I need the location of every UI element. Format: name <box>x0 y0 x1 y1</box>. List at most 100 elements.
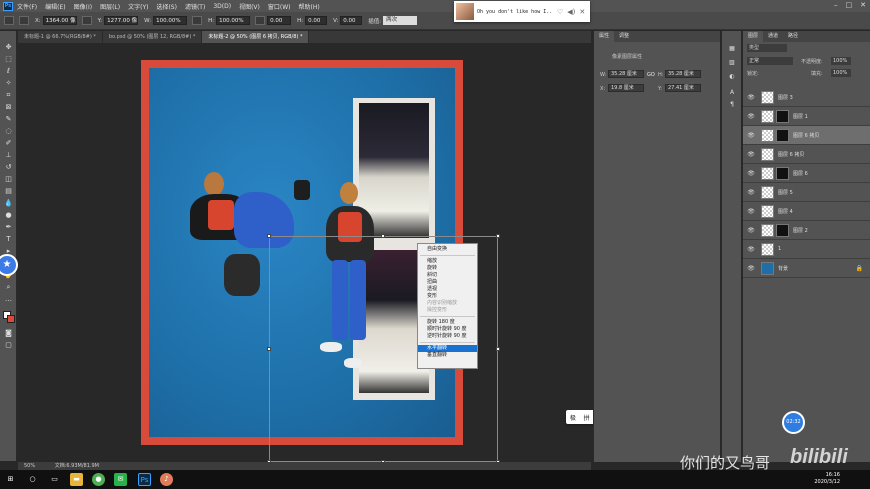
eye-icon[interactable]: 👁 <box>747 246 755 253</box>
context-menu-item[interactable]: 扭曲 <box>418 279 477 286</box>
chrome-icon[interactable]: ● <box>92 473 105 486</box>
screen-mode-icon[interactable]: ▢ <box>3 341 14 350</box>
file-explorer-icon[interactable]: ▬ <box>70 473 83 486</box>
context-menu-item[interactable]: 旋转 180 度 <box>418 319 477 326</box>
eye-icon[interactable]: 👁 <box>747 132 755 139</box>
character-icon[interactable]: A <box>727 89 737 98</box>
layer-row[interactable]: 👁 图层 5 <box>743 183 870 202</box>
ime-mode-button[interactable]: 极 <box>570 413 576 422</box>
layer-mask-thumbnail[interactable] <box>776 166 789 180</box>
context-menu-item[interactable]: 自由变换 <box>418 246 477 253</box>
stamp-tool-icon[interactable]: ⊥ <box>3 151 14 160</box>
maximize-icon[interactable]: □ <box>846 1 853 9</box>
transform-handle[interactable] <box>381 234 385 238</box>
context-menu-item[interactable]: 缩放 <box>418 258 477 265</box>
layer-row[interactable]: 👁 图层 6 拷贝 <box>743 145 870 164</box>
quick-mask-icon[interactable]: ◙ <box>3 329 14 338</box>
eye-icon[interactable]: 👁 <box>747 170 755 177</box>
close-icon[interactable]: ✕ <box>860 1 866 9</box>
gradient-tool-icon[interactable]: ▤ <box>3 187 14 196</box>
context-menu-item[interactable]: 旋转 <box>418 265 477 272</box>
heart-icon[interactable]: ♡ <box>557 8 563 16</box>
vskew-field[interactable]: 0.00 <box>340 16 363 25</box>
prop-width-field[interactable]: 35.28 厘米 <box>608 70 644 78</box>
prop-height-field[interactable]: 35.28 厘米 <box>665 70 701 78</box>
tab-document-1[interactable]: 未标题-1 @ 66.7%(RGB/8#) * <box>18 31 103 43</box>
tab-layers[interactable]: 图层 <box>743 31 764 42</box>
menu-edit[interactable]: 编辑(E) <box>45 2 65 11</box>
menu-image[interactable]: 图像(I) <box>74 2 92 11</box>
crop-tool-icon[interactable]: ⌗ <box>3 91 14 100</box>
tab-paths[interactable]: 路径 <box>783 31 803 42</box>
hskew-field[interactable]: 0.00 <box>305 16 328 25</box>
angle-field[interactable]: 0.00 <box>267 16 292 25</box>
context-menu-item[interactable]: 水平翻转 <box>418 345 477 352</box>
eye-icon[interactable]: 👁 <box>747 189 755 196</box>
close-icon[interactable]: ✕ <box>579 8 585 16</box>
layer-mask-thumbnail[interactable] <box>776 223 789 237</box>
system-clock[interactable]: 16:16 2020/3/12 <box>814 472 840 486</box>
brush-tool-icon[interactable]: ✐ <box>3 139 14 148</box>
delta-icon[interactable] <box>81 16 92 25</box>
eyedropper-tool-icon[interactable]: ✎ <box>3 115 14 124</box>
menu-3d[interactable]: 3D(D) <box>213 3 231 10</box>
blend-mode-select[interactable]: 正常 <box>747 57 793 65</box>
volume-icon[interactable]: ◀) <box>567 8 575 16</box>
context-menu-item[interactable]: 透视 <box>418 286 477 293</box>
layer-row[interactable]: 👁 1 <box>743 240 870 259</box>
eye-icon[interactable]: 👁 <box>747 265 755 272</box>
layer-row[interactable]: 👁 图层 6 <box>743 164 870 183</box>
x-field[interactable]: 1364.00 像 <box>42 16 77 25</box>
menu-select[interactable]: 选择(S) <box>156 2 177 11</box>
layer-mask-thumbnail[interactable] <box>776 109 789 123</box>
move-tool-icon[interactable]: ✥ <box>3 43 14 52</box>
menu-filter[interactable]: 滤镜(T) <box>185 2 205 11</box>
move-tool-icon[interactable] <box>4 16 14 25</box>
history-icon[interactable]: ▦ <box>727 45 737 54</box>
width-field[interactable]: 100.00% <box>153 16 188 25</box>
layer-row[interactable]: 👁 图层 3 <box>743 88 870 107</box>
context-menu-item[interactable]: 变形 <box>418 293 477 300</box>
search-icon[interactable]: ○ <box>26 473 39 486</box>
transform-handle[interactable] <box>496 234 500 238</box>
link-dimensions-button[interactable]: GO <box>647 72 655 78</box>
interpolation-select[interactable]: 两次 <box>383 16 418 25</box>
history-brush-icon[interactable]: ↺ <box>3 163 14 172</box>
context-menu-item[interactable]: 顺时针旋转 90 度 <box>418 326 477 333</box>
prop-y-field[interactable]: 27.41 厘米 <box>665 84 701 92</box>
context-menu-item[interactable]: 逆时针旋转 90 度 <box>418 333 477 340</box>
opacity-field[interactable]: 100% <box>831 57 851 65</box>
task-view-icon[interactable]: ▭ <box>48 473 61 486</box>
menu-view[interactable]: 视图(V) <box>239 2 260 11</box>
layer-row[interactable]: 👁 图层 4 <box>743 202 870 221</box>
eye-icon[interactable]: 👁 <box>747 227 755 234</box>
photoshop-taskbar-icon[interactable]: Ps <box>138 473 151 486</box>
reference-point-icon[interactable] <box>19 16 29 25</box>
magic-wand-tool-icon[interactable]: ✧ <box>3 79 14 88</box>
eye-icon[interactable]: 👁 <box>747 208 755 215</box>
layer-mask-thumbnail[interactable] <box>776 128 789 142</box>
eye-icon[interactable]: 👁 <box>747 113 755 120</box>
eye-icon[interactable]: 👁 <box>747 151 755 158</box>
menu-layer[interactable]: 图层(L) <box>100 2 120 11</box>
tab-document-2[interactable]: bo.psd @ 50% (图层 12, RGB/8#) * <box>103 31 203 43</box>
layer-row[interactable]: 👁 图层 6 拷贝 <box>743 126 870 145</box>
height-field[interactable]: 100.00% <box>216 16 251 25</box>
pen-tool-icon[interactable]: ✒ <box>3 223 14 232</box>
eye-icon[interactable]: 👁 <box>747 94 755 101</box>
healing-tool-icon[interactable]: ◌ <box>3 127 14 136</box>
layer-kind-filter[interactable]: 类型 <box>747 44 787 52</box>
music-app-icon[interactable]: ♪ <box>160 473 173 486</box>
dodge-tool-icon[interactable]: ● <box>3 211 14 220</box>
tab-channels[interactable]: 通道 <box>763 31 783 42</box>
context-menu-item[interactable]: 垂直翻转 <box>418 352 477 359</box>
transform-handle[interactable] <box>267 234 271 238</box>
menu-file[interactable]: 文件(F) <box>17 2 37 11</box>
minimize-icon[interactable]: – <box>834 1 838 9</box>
context-menu-item[interactable]: 斜切 <box>418 272 477 279</box>
lasso-tool-icon[interactable]: ℓ <box>3 67 14 76</box>
frame-tool-icon[interactable]: ⊠ <box>3 103 14 112</box>
transform-handle[interactable] <box>496 347 500 351</box>
ime-pinyin-button[interactable]: 拼 <box>584 413 590 422</box>
menu-help[interactable]: 帮助(H) <box>299 2 320 11</box>
